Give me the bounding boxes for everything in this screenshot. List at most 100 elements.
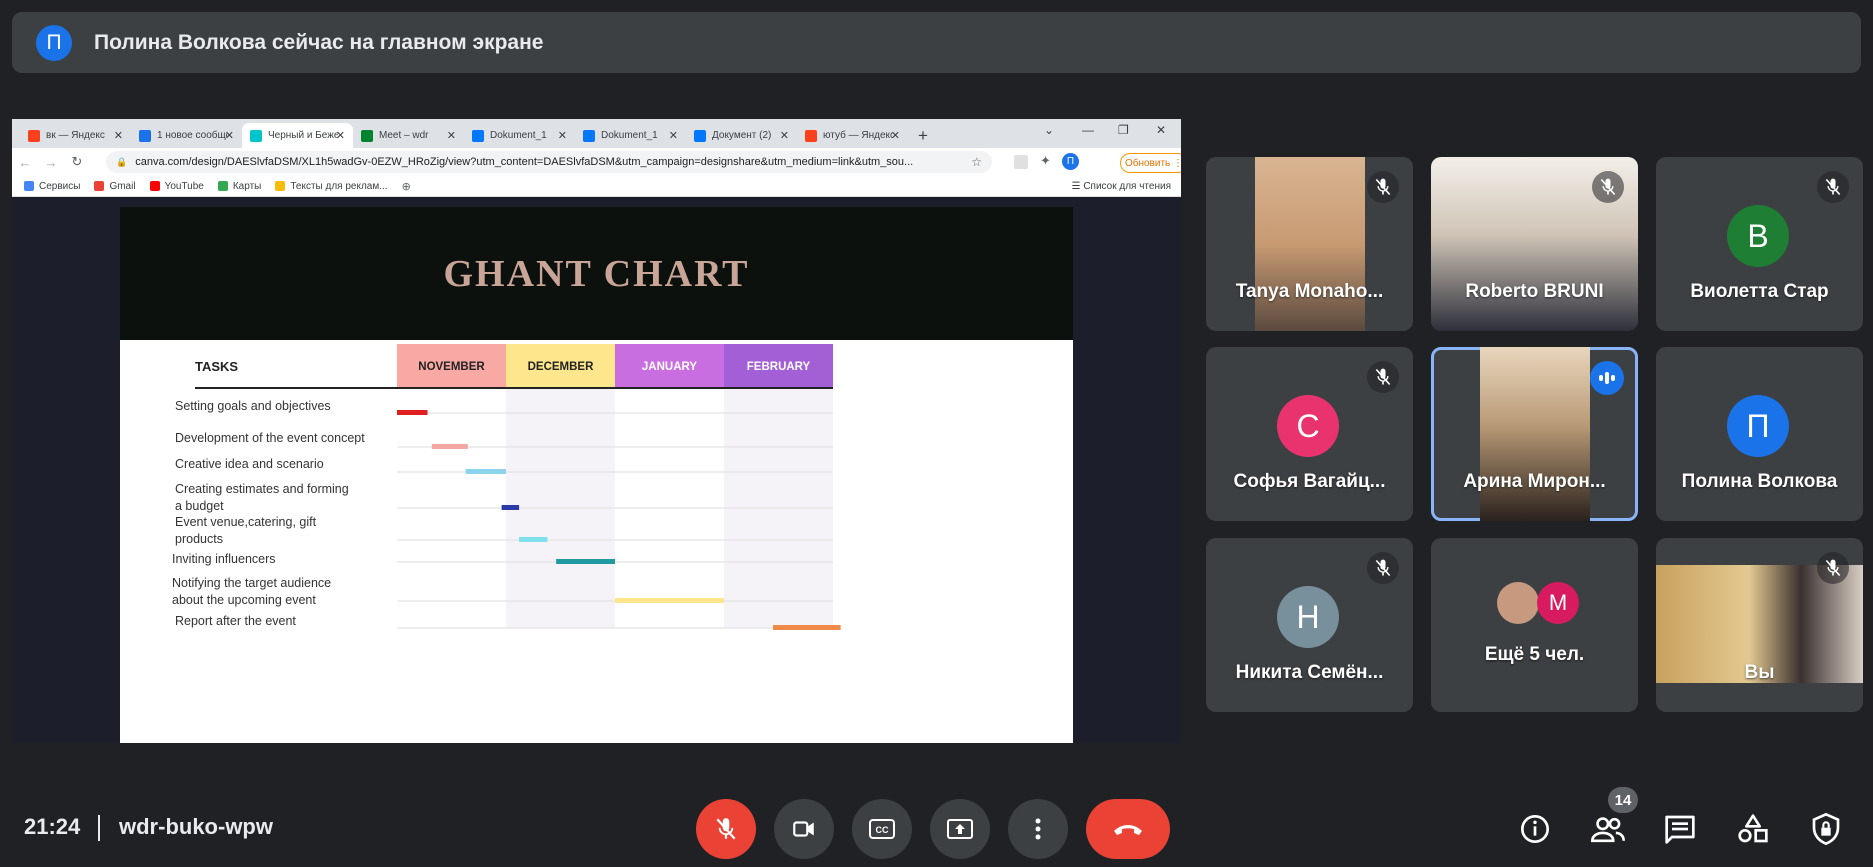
- url-input[interactable]: 🔒 canva.com/design/DAESlvfaDSM/XL1h5wadG…: [106, 151, 992, 173]
- activities-button[interactable]: [1733, 809, 1773, 849]
- present-button[interactable]: [930, 799, 990, 859]
- new-tab-button[interactable]: +: [908, 123, 938, 148]
- participant-tile[interactable]: Tanya Monaho...: [1206, 157, 1413, 331]
- bookmark-label: Gmail: [109, 180, 136, 192]
- participant-name: Софья Вагайц...: [1233, 471, 1386, 492]
- restore-icon[interactable]: ❐: [1118, 123, 1129, 137]
- participants-count-badge: 14: [1608, 787, 1638, 813]
- puzzle-icon[interactable]: ✦: [1040, 153, 1051, 169]
- meeting-code: wdr-buko-wpw: [119, 814, 273, 839]
- task-label: Development of the event concept: [175, 431, 365, 445]
- participant-name: Виолетта Стар: [1690, 281, 1829, 302]
- month-label: DECEMBER: [528, 361, 595, 373]
- participant-name: Полина Волкова: [1681, 471, 1838, 492]
- bookmark-label: Карты: [232, 180, 262, 192]
- participant-tile[interactable]: Вы: [1656, 538, 1863, 712]
- tab-label: Meet – wdr: [379, 130, 429, 141]
- meeting-details-button[interactable]: [1515, 809, 1555, 849]
- participant-tile[interactable]: Roberto BRUNI: [1431, 157, 1638, 331]
- camera-toggle-button[interactable]: [774, 799, 834, 859]
- minimize-icon[interactable]: —: [1082, 123, 1094, 137]
- mic-toggle-button[interactable]: [696, 799, 756, 859]
- browser-tab[interactable]: Dokument_1 ✕: [464, 123, 575, 148]
- mic-off-icon: [1817, 552, 1849, 584]
- browser-tab[interactable]: Документ (2) ✕: [686, 123, 797, 148]
- captions-button[interactable]: CC: [852, 799, 912, 859]
- browser-tab[interactable]: Dokument_1 ✕: [575, 123, 686, 148]
- browser-tab[interactable]: 1 новое сообщение✕: [131, 123, 242, 148]
- more-participants-avatars: М: [1497, 582, 1579, 624]
- task-label: Notifying the target audience: [172, 576, 331, 590]
- participant-name: Ещё 5 чел.: [1484, 644, 1585, 665]
- participant-tile[interactable]: П Полина Волкова: [1656, 347, 1863, 521]
- star-icon[interactable]: ☆: [971, 155, 982, 169]
- chat-button[interactable]: [1660, 809, 1700, 849]
- close-tab-icon[interactable]: ✕: [336, 129, 345, 142]
- bookmark-item[interactable]: Сервисы: [24, 181, 80, 192]
- close-tab-icon[interactable]: ✕: [669, 129, 678, 142]
- close-tab-icon[interactable]: ✕: [114, 129, 123, 142]
- chat-icon: [1665, 815, 1695, 844]
- bookmark-item[interactable]: Gmail: [94, 180, 136, 192]
- present-icon: [947, 819, 973, 839]
- favicon-icon: [583, 129, 595, 142]
- extension-icon[interactable]: [1014, 155, 1028, 169]
- host-controls-button[interactable]: [1806, 809, 1846, 849]
- task-label: Event venue,catering, gift: [175, 515, 317, 529]
- participants-button[interactable]: [1588, 809, 1628, 849]
- slide: GHANT CHART TASKS NOVEMBER DECEMBER JANUARY…: [120, 207, 1073, 743]
- forward-icon[interactable]: →: [38, 155, 64, 170]
- participant-tile[interactable]: В Виолетта Стар: [1656, 157, 1863, 331]
- globe-icon[interactable]: ⊕: [402, 180, 411, 193]
- more-options-button[interactable]: [1008, 799, 1068, 859]
- bookmark-icon: [149, 181, 160, 191]
- close-tab-icon[interactable]: ✕: [447, 129, 456, 142]
- task-bar: [556, 559, 615, 564]
- back-icon[interactable]: ←: [12, 155, 38, 170]
- browser-tab[interactable]: Meet – wdr ✕: [353, 123, 464, 148]
- tab-label: 1 новое сообщение: [157, 130, 227, 141]
- favicon-icon: [361, 129, 373, 142]
- close-tab-icon[interactable]: ✕: [891, 129, 900, 142]
- divider: [98, 815, 100, 841]
- reading-list-button[interactable]: ☰ Список для чтения: [1072, 181, 1171, 192]
- participant-tile[interactable]: Н Никита Семён...: [1206, 538, 1413, 712]
- slide-header: GHANT CHART: [120, 207, 1073, 340]
- browser-tabbar: вк — Яндекс✕1 новое сообщение✕Черный и Б…: [12, 119, 1181, 148]
- browser-tab[interactable]: вк — Яндекс ✕: [20, 123, 131, 148]
- browser-tab[interactable]: ютуб — Яндекс ✕: [797, 123, 908, 148]
- task-bar: [501, 505, 520, 510]
- close-tab-icon[interactable]: ✕: [225, 129, 234, 142]
- speaking-icon: [1590, 361, 1624, 395]
- bookmark-item[interactable]: Карты: [217, 180, 262, 192]
- leave-call-button[interactable]: [1086, 799, 1170, 859]
- favicon-icon: [139, 129, 151, 142]
- task-label: Inviting influencers: [172, 552, 276, 566]
- participant-tile[interactable]: С Софья Вагайц...: [1206, 347, 1413, 521]
- favicon-icon: [694, 129, 706, 142]
- month-label: NOVEMBER: [418, 361, 485, 373]
- bookmark-item[interactable]: YouTube: [149, 181, 204, 192]
- reload-icon[interactable]: ↻: [64, 154, 90, 170]
- chevron-down-icon[interactable]: ⌄: [1044, 123, 1054, 137]
- bookmark-item[interactable]: Тексты для реклам...: [275, 181, 388, 192]
- profile-icon[interactable]: П: [1062, 153, 1079, 170]
- activities-icon: [1738, 814, 1768, 843]
- close-window-icon[interactable]: ✕: [1156, 123, 1166, 137]
- task-label: Setting goals and objectives: [175, 399, 331, 413]
- browser-tab[interactable]: Черный и Бежевый✕: [242, 123, 353, 148]
- participant-name: Арина Мирон...: [1463, 471, 1606, 492]
- hang-up-icon: [1114, 825, 1142, 835]
- bookmark-icon: [94, 181, 105, 191]
- participant-tile[interactable]: М Ещё 5 чел.: [1431, 538, 1638, 712]
- tab-label: вк — Яндекс: [46, 130, 105, 141]
- close-tab-icon[interactable]: ✕: [780, 129, 789, 142]
- close-tab-icon[interactable]: ✕: [558, 129, 567, 142]
- participant-tile[interactable]: Арина Мирон...: [1431, 347, 1638, 521]
- mic-off-icon: [1817, 171, 1849, 203]
- mic-off-icon: [1367, 171, 1399, 203]
- task-label: products: [175, 532, 223, 546]
- participant-name: Вы: [1744, 662, 1775, 683]
- update-button[interactable]: Обновить ⋮: [1120, 153, 1181, 173]
- clock: 21:24: [24, 814, 81, 839]
